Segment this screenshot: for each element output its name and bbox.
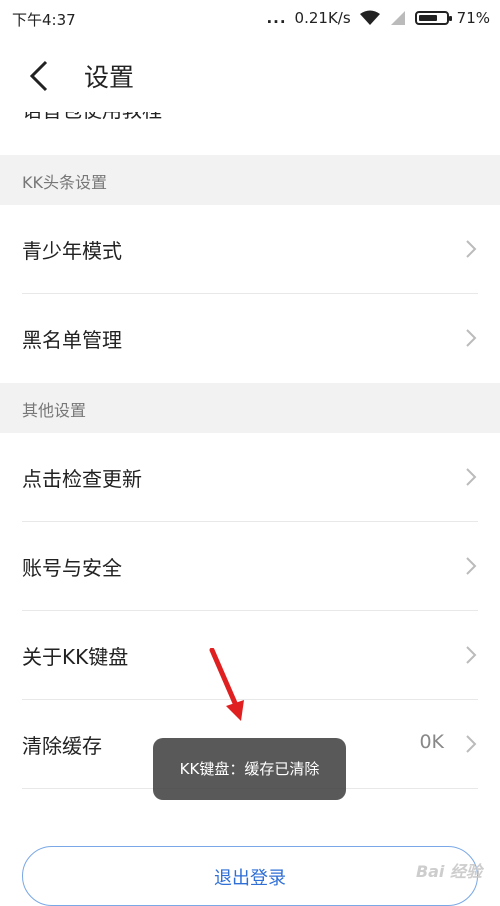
battery-percent: 71% xyxy=(456,9,490,27)
settings-item-blacklist[interactable]: 黑名单管理 xyxy=(0,294,500,383)
battery-fill xyxy=(418,15,438,21)
toast-message: KK键盘：缓存已清除 xyxy=(153,738,346,800)
battery-icon xyxy=(414,11,452,25)
watermark-logo: Bai 经验 xyxy=(415,862,482,881)
settings-item-label: 关于KK键盘 xyxy=(22,645,129,669)
page-title: 设置 xyxy=(84,63,135,92)
settings-item-label: 青少年模式 xyxy=(22,239,122,263)
chevron-right-icon xyxy=(466,329,477,347)
settings-item-account-security[interactable]: 账号与安全 xyxy=(0,522,500,611)
app-header: 设置 xyxy=(0,40,500,112)
chevron-right-icon xyxy=(466,468,477,486)
settings-item-label: 点击检查更新 xyxy=(22,467,142,491)
section-header-other: 其他设置 xyxy=(0,383,500,433)
status-dots: ... xyxy=(266,9,287,27)
status-bar: 下午4:37 ... 0.21K/s 71% xyxy=(0,0,500,36)
chevron-right-icon xyxy=(466,646,477,664)
settings-item-label: 账号与安全 xyxy=(22,556,122,580)
section-header-kk-news: KK头条设置 xyxy=(0,155,500,205)
settings-item-label: 黑名单管理 xyxy=(22,328,122,352)
settings-item-teen-mode[interactable]: 青少年模式 xyxy=(0,205,500,294)
status-right: ... 0.21K/s 71% xyxy=(266,9,490,27)
chevron-right-icon xyxy=(466,735,477,753)
wifi-icon xyxy=(359,10,380,25)
chevron-right-icon xyxy=(466,557,477,575)
section-title: 其他设置 xyxy=(22,401,87,420)
logout-button[interactable]: 退出登录 xyxy=(22,846,478,906)
settings-item-label: 清除缓存 xyxy=(22,734,102,758)
cache-size-value: 0K xyxy=(419,731,444,753)
section-title: KK头条设置 xyxy=(22,173,107,192)
status-time: 下午4:37 xyxy=(12,11,76,29)
network-speed: 0.21K/s xyxy=(294,9,351,27)
back-icon[interactable] xyxy=(22,56,62,96)
settings-item-about[interactable]: 关于KK键盘 xyxy=(0,611,500,700)
chevron-right-icon xyxy=(466,240,477,258)
settings-item-check-update[interactable]: 点击检查更新 xyxy=(0,433,500,522)
annotation-arrow-icon xyxy=(209,648,244,721)
signal-icon xyxy=(390,11,405,25)
